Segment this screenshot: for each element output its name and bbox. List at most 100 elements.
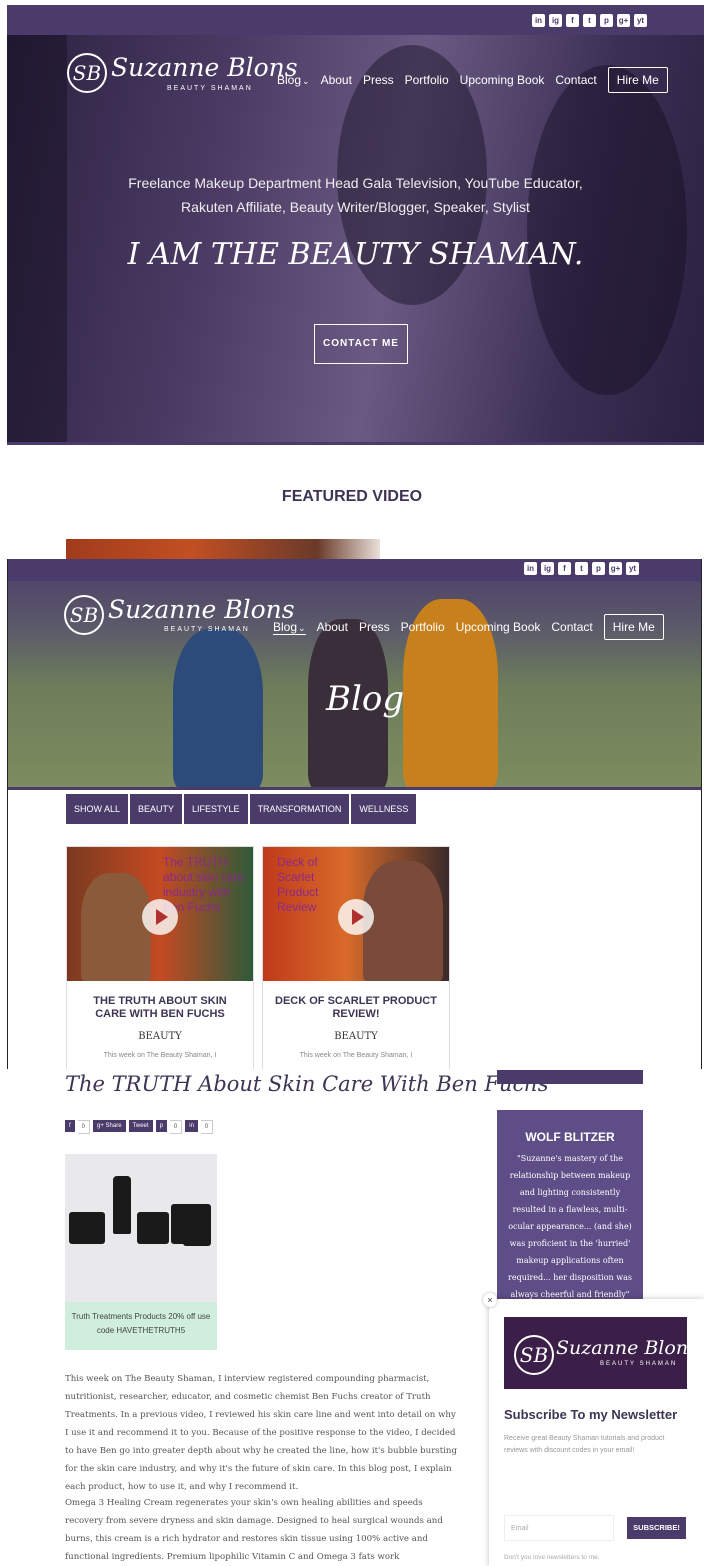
- nav-about[interactable]: About: [321, 73, 352, 87]
- blog-card-excerpt: This week on The Beauty Shaman, I: [103, 1052, 217, 1059]
- contact-me-button[interactable]: CONTACT ME: [314, 324, 408, 364]
- filter-wellness[interactable]: WELLNESS: [351, 794, 417, 824]
- facebook-icon[interactable]: f: [558, 562, 571, 575]
- share-buttons: f 0 g+ Share Tweet p 0 in 0: [65, 1120, 214, 1134]
- blog-card-category: BEAUTY: [334, 1031, 378, 1042]
- product-jar: [69, 1212, 105, 1244]
- product-bottle: [113, 1176, 131, 1234]
- share-pinterest-button[interactable]: p: [155, 1120, 167, 1132]
- blog-card-image[interactable]: Deck of Scarlet Product Review: [263, 847, 449, 981]
- filter-transformation[interactable]: TRANSFORMATION: [249, 794, 350, 824]
- blog-logo-name[interactable]: Suzanne Blons: [108, 595, 295, 624]
- email-field[interactable]: Email: [504, 1515, 614, 1541]
- featured-video-title: FEATURED VIDEO: [281, 488, 423, 505]
- blog-panel: in ig f t p g+ yt SB Suzanne Blons BEAUT…: [7, 559, 702, 1069]
- nav-portfolio[interactable]: Portfolio: [405, 73, 449, 87]
- blog-card[interactable]: Deck of Scarlet Product Review DECK OF S…: [262, 846, 450, 1069]
- nav-about[interactable]: About: [317, 620, 348, 634]
- blog-hero-person-1: [173, 629, 263, 790]
- popup-logo-name: Suzanne Blons: [556, 1337, 698, 1359]
- logo-name[interactable]: Suzanne Blons: [111, 53, 298, 82]
- blog-logo-monogram[interactable]: SB: [64, 595, 104, 635]
- nav-upcoming-book[interactable]: Upcoming Book: [460, 73, 545, 87]
- filter-beauty[interactable]: BEAUTY: [130, 794, 183, 824]
- hero-title: I AM THE BEAUTY SHAMAN.: [127, 237, 584, 272]
- blog-filter-bar: SHOW ALL BEAUTY LIFESTYLE TRANSFORMATION…: [66, 794, 417, 824]
- linkedin-icon[interactable]: in: [524, 562, 537, 575]
- card-person: [81, 873, 151, 981]
- blog-card[interactable]: The TRUTH about skin care industry with …: [66, 846, 254, 1069]
- nav-contact[interactable]: Contact: [551, 620, 592, 634]
- product-jar: [137, 1212, 169, 1244]
- share-facebook-count: 0: [77, 1120, 91, 1134]
- close-icon[interactable]: ×: [483, 1293, 497, 1307]
- blog-hero-bottom-line: [8, 787, 701, 790]
- blog-social-icons: in ig f t p g+ yt: [524, 562, 639, 575]
- twitter-icon[interactable]: t: [583, 14, 596, 27]
- pinterest-icon[interactable]: p: [592, 562, 605, 575]
- testimonial-quote: "Suzanne's mastery of the relationship b…: [508, 1154, 632, 1299]
- play-icon[interactable]: [142, 899, 178, 935]
- nav-press[interactable]: Press: [359, 620, 390, 634]
- hire-me-button[interactable]: Hire Me: [607, 67, 668, 93]
- googleplus-icon[interactable]: g+: [617, 14, 630, 27]
- nav-contact[interactable]: Contact: [555, 73, 596, 87]
- logo-tagline: BEAUTY SHAMAN: [167, 85, 253, 92]
- linkedin-icon[interactable]: in: [532, 14, 545, 27]
- share-twitter-button[interactable]: Tweet: [128, 1120, 153, 1132]
- share-linkedin-button[interactable]: in: [185, 1120, 198, 1132]
- nav-blog[interactable]: Blog⌄: [277, 73, 310, 87]
- hero-window-frame: [7, 5, 67, 445]
- product-image[interactable]: [65, 1154, 217, 1302]
- hero-section: in ig f t p g+ yt SB Suzanne Blons BEAUT…: [7, 5, 704, 445]
- googleplus-icon[interactable]: g+: [609, 562, 622, 575]
- nav-press[interactable]: Press: [363, 73, 394, 87]
- blog-card-image[interactable]: The TRUTH about skin care industry with …: [67, 847, 253, 981]
- nav-blog[interactable]: Blog⌄: [273, 620, 306, 635]
- play-icon[interactable]: [338, 899, 374, 935]
- hero-subtitle-line2: Rakuten Affiliate, Beauty Writer/Blogger…: [181, 199, 530, 215]
- youtube-icon[interactable]: yt: [626, 562, 639, 575]
- nav-upcoming-book[interactable]: Upcoming Book: [456, 620, 541, 634]
- featured-video-thumbnail[interactable]: [66, 539, 380, 561]
- hero-figure-right: [527, 65, 687, 395]
- youtube-icon[interactable]: yt: [634, 14, 647, 27]
- nav-portfolio[interactable]: Portfolio: [401, 620, 445, 634]
- popup-heading: Subscribe To my Newsletter: [504, 1407, 678, 1422]
- blog-card-category: BEAUTY: [138, 1031, 182, 1042]
- logo-monogram[interactable]: SB: [67, 53, 107, 93]
- hire-me-button[interactable]: Hire Me: [603, 614, 664, 640]
- instagram-icon[interactable]: ig: [549, 14, 562, 27]
- hero-subtitle-line1: Freelance Makeup Department Head Gala Te…: [128, 175, 583, 191]
- blog-card-excerpt: This week on The Beauty Shaman, I: [299, 1052, 413, 1059]
- blog-card-title[interactable]: DECK OF SCARLET PRODUCT REVIEW!: [263, 981, 449, 1021]
- sidebar-bar: [497, 1070, 643, 1084]
- card-overlay-text: Deck of Scarlet Product Review: [277, 855, 319, 914]
- share-linkedin-count: 0: [200, 1120, 214, 1134]
- popup-logo-tagline: BEAUTY SHAMAN: [600, 1361, 678, 1367]
- blog-main-nav: Blog⌄ About Press Portfolio Upcoming Boo…: [273, 614, 664, 640]
- pinterest-icon[interactable]: p: [600, 14, 613, 27]
- share-facebook-button[interactable]: f: [65, 1120, 75, 1132]
- hero-bottom-line: [7, 442, 704, 445]
- share-googleplus-button[interactable]: g+ Share: [93, 1120, 126, 1132]
- blog-hero: in ig f t p g+ yt SB Suzanne Blons BEAUT…: [8, 559, 701, 790]
- chevron-down-icon: ⌄: [298, 622, 306, 633]
- card-person: [363, 861, 443, 981]
- facebook-icon[interactable]: f: [566, 14, 579, 27]
- testimonial-box: WOLF BLITZER "Suzanne's mastery of the r…: [497, 1110, 643, 1310]
- hero-subtitle: Freelance Makeup Department Head Gala Te…: [67, 171, 644, 219]
- popup-logo-banner: SB Suzanne Blons BEAUTY SHAMAN: [504, 1317, 698, 1389]
- blog-card-title[interactable]: THE TRUTH ABOUT SKIN CARE WITH BEN FUCHS: [67, 981, 253, 1021]
- instagram-icon[interactable]: ig: [541, 562, 554, 575]
- filter-lifestyle[interactable]: LIFESTYLE: [184, 794, 248, 824]
- twitter-icon[interactable]: t: [575, 562, 588, 575]
- subscribe-button[interactable]: SUBSCRIBE!: [627, 1517, 686, 1539]
- blog-logo-tagline: BEAUTY SHAMAN: [164, 626, 250, 633]
- product-jar: [183, 1226, 211, 1246]
- article-paragraph: This week on The Beauty Shaman, I interv…: [65, 1374, 457, 1492]
- testimonial-name: WOLF BLITZER: [525, 1130, 615, 1144]
- product-caption: Truth Treatments Products 20% off use co…: [65, 1302, 217, 1350]
- popup-logo-monogram: SB: [514, 1335, 554, 1375]
- filter-show-all[interactable]: SHOW ALL: [66, 794, 129, 824]
